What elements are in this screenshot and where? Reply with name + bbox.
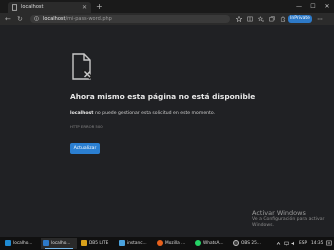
tray-chevron-icon[interactable] <box>276 241 281 246</box>
favorites-star-icon[interactable] <box>236 16 242 22</box>
tab-title: localhost <box>21 4 44 10</box>
activate-windows-watermark: Activar Windows Ve a Configuración para … <box>252 209 332 229</box>
broken-page-icon <box>72 53 93 80</box>
watermark-line-2: Windows. <box>252 223 274 228</box>
error-description: localhost no puede gestionar esta solici… <box>70 111 215 116</box>
extensions-icon[interactable] <box>280 16 286 22</box>
minimize-button[interactable]: — <box>292 0 306 13</box>
page-content: Ahora mismo esta página no está disponib… <box>0 25 334 237</box>
more-options-icon[interactable] <box>317 16 323 22</box>
taskbar-item[interactable]: OBS 25... <box>231 238 267 249</box>
clock[interactable]: 14:35 <box>311 237 323 250</box>
tab-bar: localhost ✕ + — ☐ ✕ <box>0 0 334 13</box>
back-icon[interactable]: ← <box>5 13 11 25</box>
taskbar-item[interactable]: DB5 LITE <box>79 238 115 249</box>
split-screen-icon[interactable] <box>247 16 253 22</box>
taskbar-item[interactable]: localho... <box>3 238 39 249</box>
taskbar-item[interactable]: Mozilla ... <box>155 238 191 249</box>
network-icon[interactable] <box>284 241 289 246</box>
refresh-icon[interactable]: ↻ <box>17 13 23 25</box>
tab-close-icon[interactable]: ✕ <box>82 2 87 13</box>
error-host: localhost <box>70 111 94 116</box>
taskbar-item-label: OBS 25... <box>241 241 261 246</box>
taskbar-item[interactable]: WhatsA... <box>193 238 229 249</box>
error-heading: Ahora mismo esta página no está disponib… <box>70 92 256 101</box>
close-window-button[interactable]: ✕ <box>320 0 334 13</box>
favorites-icon[interactable] <box>258 16 264 22</box>
edge-icon <box>5 240 11 246</box>
app-icon <box>119 240 125 246</box>
language-indicator[interactable]: ESP <box>299 237 307 250</box>
taskbar-item-label: localho... <box>13 241 33 246</box>
taskbar-item-label: instanc... <box>127 241 147 246</box>
obs-icon <box>233 240 239 246</box>
whatsapp-icon <box>195 240 201 246</box>
reload-button[interactable]: Actualizar <box>70 143 100 154</box>
browser-tab[interactable]: localhost ✕ <box>8 2 91 13</box>
page-icon <box>12 4 17 11</box>
url-host: localhost <box>43 16 66 22</box>
maximize-button[interactable]: ☐ <box>306 0 320 13</box>
taskbar: localho... localho... DB5 LITE instanc..… <box>0 237 334 250</box>
taskbar-item-label: WhatsA... <box>203 241 224 246</box>
inprivate-badge[interactable]: InPrivate <box>288 15 312 23</box>
error-code: HTTP ERROR 500 <box>70 124 103 129</box>
info-icon <box>34 16 39 21</box>
watermark-title: Activar Windows <box>252 209 306 217</box>
url-text: localhost/mi-pass-word.php <box>43 15 112 23</box>
edge-icon <box>43 240 49 246</box>
error-message: no puede gestionar esta solicitud en est… <box>94 111 216 116</box>
taskbar-item[interactable]: instanc... <box>117 238 153 249</box>
address-bar[interactable]: localhost/mi-pass-word.php <box>30 15 230 23</box>
taskbar-item[interactable]: localho... <box>41 238 77 249</box>
volume-icon[interactable] <box>291 241 296 246</box>
taskbar-item-label: localho... <box>51 241 71 246</box>
collections-icon[interactable] <box>269 16 275 22</box>
url-path: /mi-pass-word.php <box>65 16 112 22</box>
new-tab-button[interactable]: + <box>96 1 103 12</box>
taskbar-item-label: Mozilla ... <box>165 241 186 246</box>
notifications-icon[interactable] <box>326 240 332 246</box>
taskbar-item-label: DB5 LITE <box>89 241 109 246</box>
browser-toolbar: ← ↻ localhost/mi-pass-word.php InPrivate <box>0 13 334 25</box>
folder-icon <box>81 240 87 246</box>
firefox-icon <box>157 240 163 246</box>
